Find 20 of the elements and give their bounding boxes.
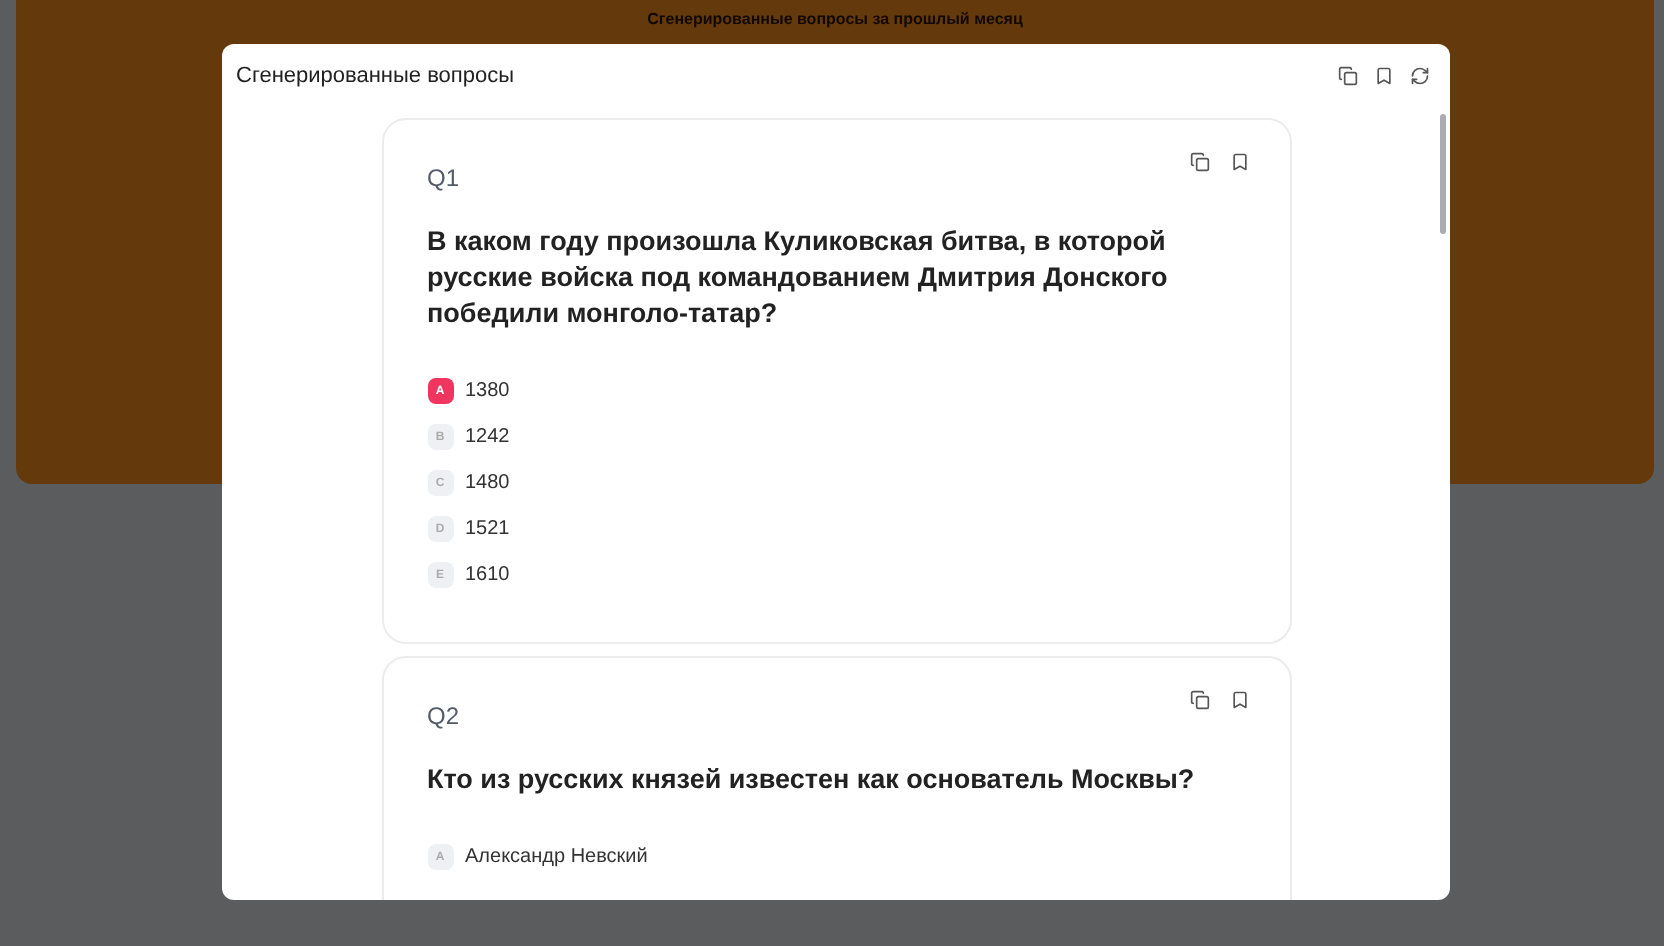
- option-text: 1521: [465, 518, 510, 540]
- option-text: Александр Невский: [465, 846, 648, 868]
- option-text: 1610: [465, 564, 510, 586]
- question-number: Q2: [427, 702, 460, 730]
- question-text: В каком году произошла Куликовская битва, в которой русские войска под командованием Дмитрия Донского победили монголо-татар?: [427, 224, 1170, 332]
- question-number: Q1: [427, 164, 460, 192]
- bookmark-icon[interactable]: [1229, 152, 1249, 172]
- copy-icon[interactable]: [1189, 690, 1209, 710]
- copy-icon[interactable]: [1338, 66, 1358, 86]
- background-title: Сгенерированные вопросы за прошлый месяц: [647, 10, 1023, 30]
- scrollbar[interactable]: [1440, 114, 1446, 234]
- question-text: Кто из русских князей известен как основатель Москвы?: [427, 762, 1197, 798]
- dialog-title: Сгенерированные вопросы: [236, 64, 515, 88]
- option-text: 1380: [465, 380, 510, 402]
- refresh-icon[interactable]: [1410, 66, 1430, 86]
- bookmark-icon[interactable]: [1374, 66, 1394, 86]
- copy-icon[interactable]: [1189, 152, 1209, 172]
- option-text: 1480: [465, 472, 510, 494]
- option-text: 1242: [465, 426, 510, 448]
- bookmark-icon[interactable]: [1229, 690, 1249, 710]
